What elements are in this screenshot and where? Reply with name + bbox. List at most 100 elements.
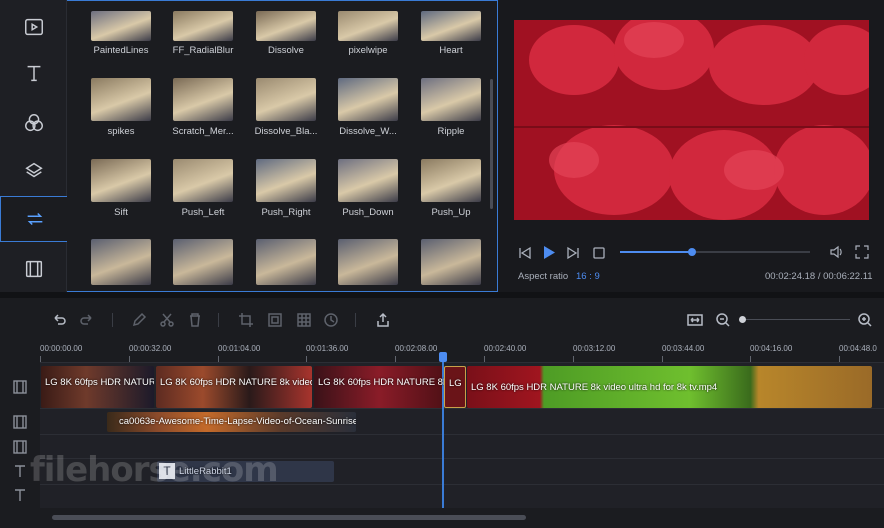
film-icon [13, 380, 27, 394]
transition-thumbnail[interactable] [421, 78, 481, 121]
transition-thumbnail[interactable] [91, 11, 151, 41]
ruler-tick-label: 00:02:08.00 [395, 344, 438, 353]
zoom-slider[interactable] [742, 319, 850, 320]
transition-label: spikes [107, 126, 135, 137]
transition-thumbnail[interactable] [91, 239, 151, 285]
ruler-tick-label: 00:01:36.00 [306, 344, 349, 353]
media-tab[interactable] [0, 4, 67, 50]
prev-frame-button[interactable] [518, 246, 532, 265]
overlay-track-header [0, 411, 40, 433]
clock-icon [324, 313, 338, 327]
text-tab[interactable] [0, 50, 67, 96]
clip-label: LG 8K 60fps HDR NATURE [45, 377, 154, 388]
fullscreen-button[interactable] [855, 245, 869, 264]
redo-button[interactable] [78, 311, 96, 329]
clip-label: ca0063e-Awesome-Time-Lapse-Video-of-Ocea… [119, 416, 356, 427]
transition-thumbnail[interactable] [421, 11, 481, 41]
transition-thumbnail[interactable] [256, 11, 316, 41]
video-track-header [0, 368, 40, 406]
zoom-frame-button[interactable] [266, 311, 284, 329]
transition-label: pixelwipe [348, 45, 388, 56]
next-frame-button[interactable] [566, 246, 580, 265]
elements-tab[interactable] [0, 246, 67, 292]
timeline-scrollbar[interactable] [52, 515, 526, 520]
overlay-clip[interactable]: ca0063e-Awesome-Time-Lapse-Video-of-Ocea… [107, 412, 356, 432]
fullscreen-icon [855, 245, 869, 259]
transition-label: Push_Down [342, 207, 394, 218]
transition-label: Push_Left [181, 207, 225, 218]
transition-thumbnail[interactable] [91, 78, 151, 121]
volume-icon [830, 245, 842, 259]
zoom-slider-knob[interactable] [739, 316, 746, 323]
transition-thumbnail[interactable] [256, 78, 316, 121]
scissors-icon [160, 313, 174, 327]
share-icon [377, 312, 389, 327]
transition-label: Push_Up [431, 207, 471, 218]
zoom-in-button[interactable] [856, 311, 874, 329]
media-icon [24, 18, 43, 36]
transition-label: Heart [439, 45, 463, 56]
redo-icon [80, 314, 92, 325]
transition-label: Ripple [437, 126, 465, 137]
watermark: filehorse.com [30, 450, 279, 490]
video-clip[interactable]: LG [444, 366, 466, 408]
mosaic-button[interactable] [295, 311, 313, 329]
transition-thumbnail[interactable] [173, 239, 233, 285]
clip-label: LG 8K 60fps HDR NATURE 8k video [160, 377, 312, 388]
text-icon [15, 465, 25, 477]
filters-tab[interactable] [0, 100, 67, 146]
ruler-tick-label: 00:00:32.00 [129, 344, 172, 353]
transitions-tab[interactable] [0, 196, 68, 242]
playback-progress [620, 251, 693, 253]
playhead-handle[interactable] [439, 352, 447, 362]
prev-frame-icon [519, 246, 531, 260]
aspect-ratio-value[interactable]: 16 : 9 [576, 271, 600, 282]
video-clip[interactable]: LG 8K 60fps HDR NATURE [41, 366, 154, 408]
transition-thumbnail[interactable] [256, 239, 316, 285]
duration-button[interactable] [322, 311, 340, 329]
transition-thumbnail[interactable] [173, 78, 233, 121]
export-button[interactable] [374, 311, 392, 329]
transition-thumbnail[interactable] [173, 159, 233, 202]
transition-label: Dissolve_W... [339, 126, 397, 137]
transition-label: Scratch_Mer... [172, 126, 234, 137]
transition-thumbnail[interactable] [256, 159, 316, 202]
ruler-tick-label: 00:02:40.00 [484, 344, 527, 353]
transition-thumbnail[interactable] [338, 11, 398, 41]
transitions-icon [27, 212, 42, 226]
transition-thumbnail[interactable] [91, 159, 151, 202]
edit-button[interactable] [130, 311, 148, 329]
play-button[interactable] [542, 245, 556, 265]
video-clip[interactable]: LG 8K 60fps HDR NATURE 8k video [156, 366, 312, 408]
stop-icon [593, 247, 605, 259]
toolbar-divider [112, 313, 113, 327]
transition-thumbnail[interactable] [338, 159, 398, 202]
ruler-tick-label: 00:03:44.00 [662, 344, 705, 353]
transition-thumbnail[interactable] [338, 78, 398, 121]
video-clip[interactable]: LG 8K 60fps HDR NATURE 8k [314, 366, 444, 408]
sidebar [0, 0, 68, 292]
transition-label: PaintedLines [93, 45, 149, 56]
zoom-out-button[interactable] [714, 311, 732, 329]
transition-thumbnail[interactable] [338, 239, 398, 285]
fit-timeline-button[interactable] [686, 311, 704, 329]
transition-thumbnail[interactable] [173, 11, 233, 41]
ruler-tick-label: 00:03:12.00 [573, 344, 616, 353]
mosaic-icon [297, 313, 311, 327]
undo-button[interactable] [50, 311, 68, 329]
clip-label: LG [449, 378, 462, 389]
transition-thumbnail[interactable] [421, 239, 481, 285]
split-button[interactable] [158, 311, 176, 329]
stop-button[interactable] [593, 246, 605, 264]
volume-button[interactable] [829, 245, 845, 264]
crop-button[interactable] [237, 311, 255, 329]
transition-thumbnail[interactable] [421, 159, 481, 202]
fit-icon [687, 314, 703, 326]
video-preview [514, 20, 869, 220]
transition-label: Dissolve_Bla... [254, 126, 318, 137]
overlays-tab[interactable] [0, 148, 67, 194]
library-scrollbar[interactable] [490, 79, 493, 209]
delete-button[interactable] [186, 311, 204, 329]
playback-slider[interactable] [620, 251, 810, 253]
video-clip[interactable]: LG 8K 60fps HDR NATURE 8k video ultra hd… [467, 366, 872, 408]
